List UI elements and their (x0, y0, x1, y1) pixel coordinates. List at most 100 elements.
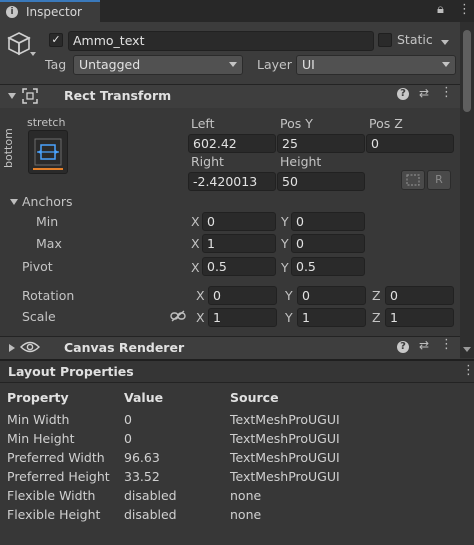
rotation-z-field[interactable]: 0 (385, 286, 454, 305)
scale-label: Scale (22, 309, 56, 324)
layer-dropdown[interactable]: UI (296, 55, 456, 75)
max-x-label[interactable]: X (191, 236, 200, 251)
rotation-x-field[interactable]: 0 (208, 286, 277, 305)
more-options-icon[interactable]: ⋮ (462, 363, 474, 378)
value-cell: disabled (124, 507, 177, 522)
more-options-icon[interactable]: ⋮ (458, 2, 471, 17)
anchors-label[interactable]: Anchors (22, 194, 73, 209)
table-row: Preferred Width 96.63 TextMeshProUGUI (0, 448, 474, 467)
rect-transform-title: Rect Transform (64, 88, 172, 103)
table-row: Min Width 0 TextMeshProUGUI (0, 410, 474, 429)
active-checkbox[interactable]: ✓ (49, 33, 63, 47)
height-field[interactable]: 50 (277, 172, 365, 191)
preset-icon[interactable]: ⇄ (419, 86, 429, 100)
pivot-y-label[interactable]: Y (281, 260, 289, 275)
scale-x-field[interactable]: 1 (208, 308, 277, 327)
source-cell: none (230, 507, 262, 522)
min-y-label[interactable]: Y (281, 214, 289, 229)
scale-y-label[interactable]: Y (285, 310, 293, 325)
scale-y-field[interactable]: 1 (297, 308, 366, 327)
right-field[interactable]: -2.420013 (188, 172, 276, 191)
layout-properties-title: Layout Properties (8, 364, 134, 379)
anchor-max-x-field[interactable]: 1 (202, 234, 276, 253)
checkmark-icon: ✓ (51, 33, 61, 46)
table-row: Flexible Height disabled none (0, 505, 474, 524)
layout-properties-table: Property Value Source Min Width 0 TextMe… (0, 383, 474, 545)
value-cell: 0 (124, 431, 132, 446)
name-field[interactable]: Ammo_text (68, 31, 374, 51)
blueprint-icon (406, 174, 420, 186)
rot-x-label[interactable]: X (196, 288, 205, 303)
tag-value: Untagged (79, 57, 141, 72)
property-column-header: Property (7, 390, 69, 405)
tab-inspector[interactable]: i Inspector (0, 0, 100, 22)
source-cell: TextMeshProUGUI (230, 431, 340, 446)
more-options-icon[interactable]: ⋮ (440, 85, 453, 100)
scale-x-label[interactable]: X (196, 310, 205, 325)
layer-value: UI (302, 57, 315, 72)
raw-edit-button[interactable]: R (427, 170, 451, 190)
rotation-y-field[interactable]: 0 (297, 286, 366, 305)
unlink-scale-icon[interactable] (170, 309, 186, 323)
height-label: Height (280, 154, 322, 169)
property-cell: Min Width (7, 412, 70, 427)
table-row: Preferred Height 33.52 TextMeshProUGUI (0, 467, 474, 486)
min-x-label[interactable]: X (191, 214, 200, 229)
tab-label: Inspector (26, 5, 82, 19)
rotation-label: Rotation (22, 288, 75, 303)
anchor-preset-side-label: bottom (2, 128, 15, 168)
pivot-x-field[interactable]: 0.5 (202, 257, 276, 276)
blueprint-mode-button[interactable] (401, 170, 425, 190)
value-cell: 33.52 (124, 469, 160, 484)
value-cell: 0 (124, 412, 132, 427)
right-label: Right (191, 154, 224, 169)
rot-y-label[interactable]: Y (285, 288, 293, 303)
value-column-header: Value (124, 390, 164, 405)
scroll-down-icon[interactable] (463, 347, 471, 352)
max-label: Max (36, 236, 62, 251)
scrollbar-thumb[interactable] (463, 30, 471, 112)
table-row: Min Height 0 TextMeshProUGUI (0, 429, 474, 448)
foldout-arrow-icon[interactable] (9, 344, 15, 352)
pivot-y-field[interactable]: 0.5 (291, 257, 365, 276)
property-cell: Min Height (7, 431, 75, 446)
tag-dropdown[interactable]: Untagged (73, 55, 243, 75)
rot-z-label[interactable]: Z (372, 288, 381, 303)
static-label: Static (397, 32, 433, 47)
pivot-x-label[interactable]: X (191, 260, 200, 275)
tag-label: Tag (45, 57, 67, 72)
scale-z-label[interactable]: Z (372, 310, 381, 325)
table-row: Flexible Width disabled none (0, 486, 474, 505)
static-dropdown-arrow[interactable] (441, 40, 449, 45)
pivot-label: Pivot (22, 259, 53, 274)
lock-icon[interactable]: 🔒︎ (437, 2, 444, 17)
left-field[interactable]: 602.42 (188, 134, 276, 153)
property-cell: Preferred Width (7, 450, 105, 465)
scale-z-field[interactable]: 1 (385, 308, 454, 327)
anchor-min-y-field[interactable]: 0 (291, 212, 365, 231)
anchors-foldout-icon[interactable] (10, 199, 18, 205)
pos-z-label: Pos Z (369, 116, 403, 131)
layer-label: Layer (257, 57, 292, 72)
preset-icon[interactable]: ⇄ (419, 338, 429, 352)
more-options-icon[interactable]: ⋮ (440, 337, 453, 352)
cube-icon[interactable] (6, 30, 32, 56)
pos-z-field[interactable]: 0 (366, 134, 454, 153)
source-cell: TextMeshProUGUI (230, 469, 340, 484)
help-icon[interactable]: ? (397, 88, 409, 100)
property-cell: Flexible Height (7, 507, 101, 522)
help-icon[interactable]: ? (397, 341, 409, 353)
source-column-header: Source (230, 390, 279, 405)
max-y-label[interactable]: Y (281, 236, 289, 251)
canvas-renderer-title: Canvas Renderer (64, 340, 185, 355)
left-label: Left (191, 116, 215, 131)
anchor-preset-icon (33, 138, 63, 170)
anchor-max-y-field[interactable]: 0 (291, 234, 365, 253)
property-cell: Flexible Width (7, 488, 96, 503)
static-checkbox[interactable] (378, 33, 392, 47)
anchor-preset-button[interactable] (28, 130, 68, 174)
pos-y-field[interactable]: 25 (277, 134, 365, 153)
anchor-min-x-field[interactable]: 0 (202, 212, 276, 231)
foldout-arrow-icon[interactable] (8, 93, 16, 99)
icon-dropdown-arrow[interactable] (30, 52, 36, 56)
